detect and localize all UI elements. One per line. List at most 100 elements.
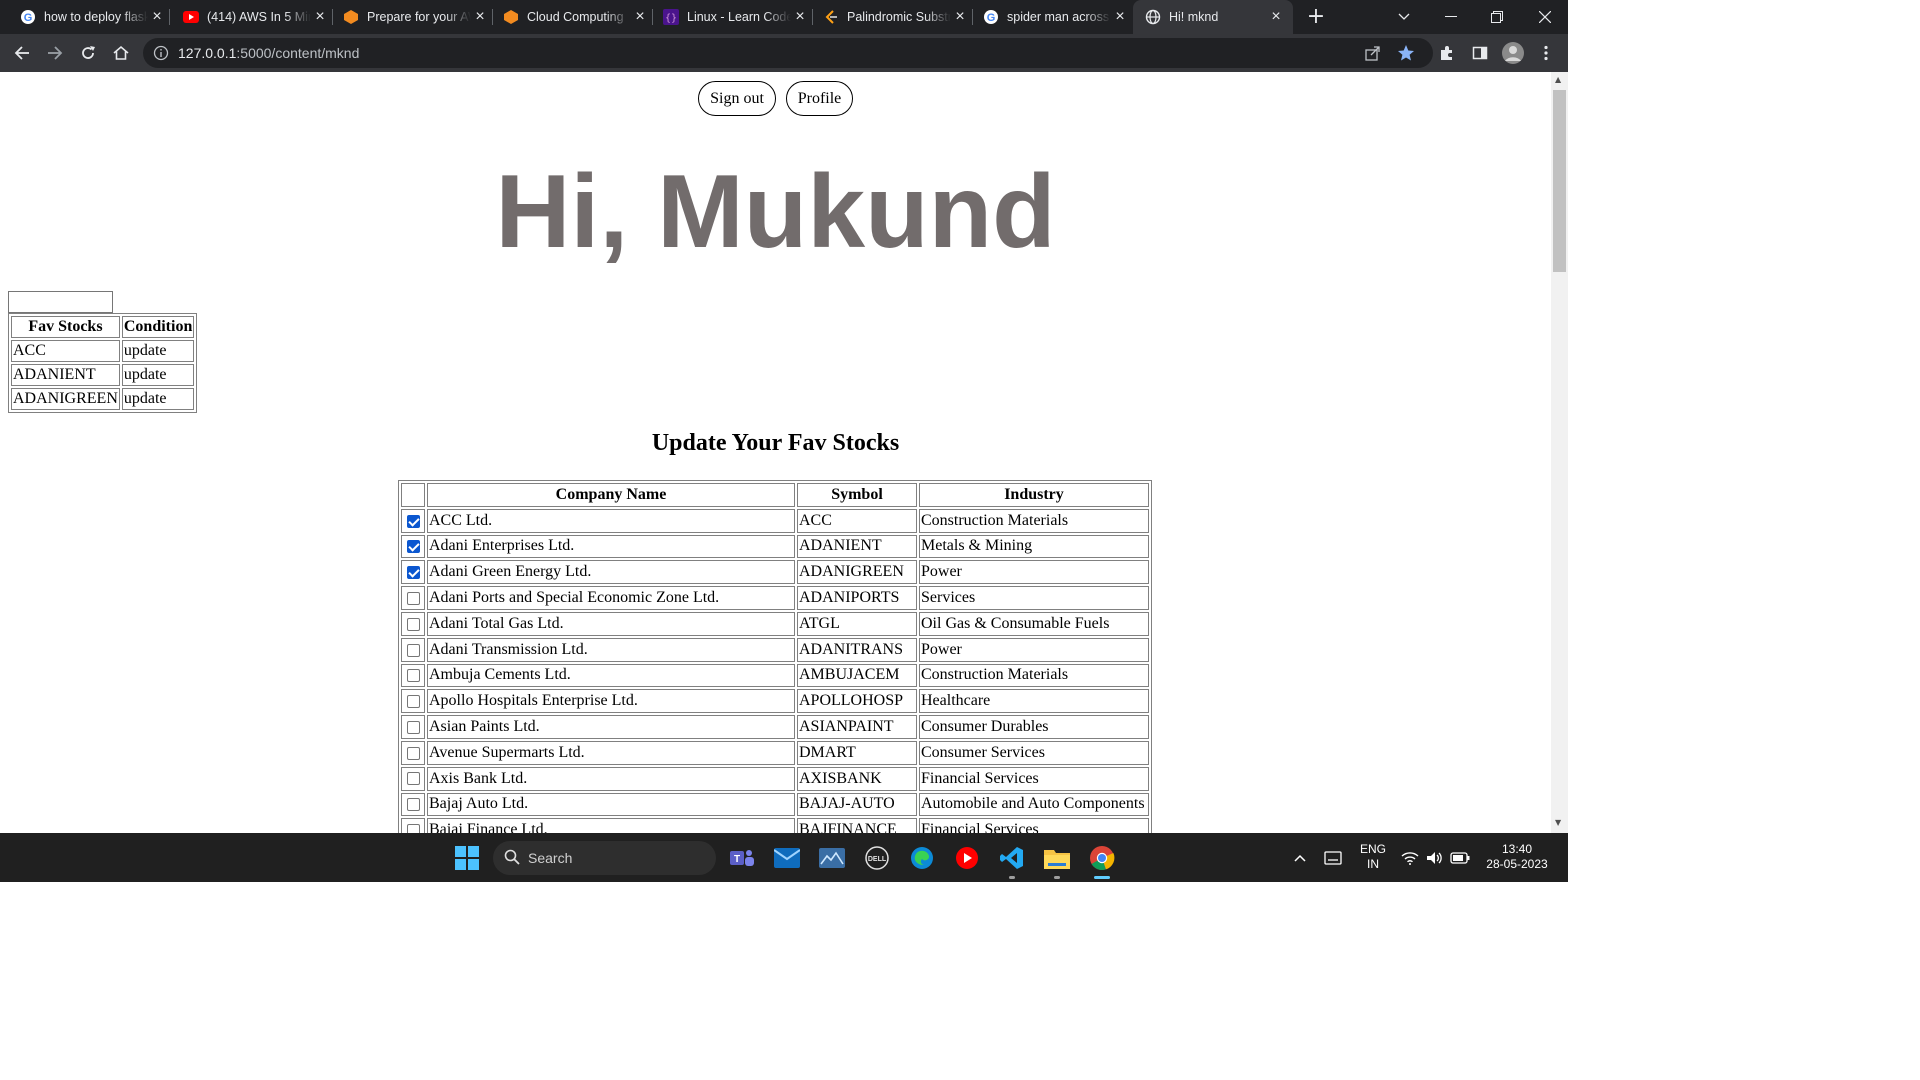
url-text[interactable]: 127.0.0.1:5000/content/mknd <box>178 45 359 61</box>
mail-icon[interactable] <box>771 842 803 874</box>
column-header: Company Name <box>427 483 795 507</box>
photos-icon[interactable] <box>816 842 848 874</box>
stock-select-checkbox[interactable] <box>406 617 420 631</box>
table-header-row: Fav Stocks Condition <box>11 316 195 338</box>
restore-button[interactable] <box>1474 0 1520 34</box>
industry-cell: Power <box>919 637 1149 662</box>
stocks-table: Company Name Symbol Industry ACC Ltd. ACC… <box>398 480 1152 833</box>
company-name-cell: Adani Green Energy Ltd. <box>427 560 795 585</box>
close-tab-icon[interactable]: × <box>1267 8 1285 26</box>
bookmark-star-icon[interactable] <box>1397 44 1415 66</box>
google-icon: G <box>983 9 999 25</box>
table-row: Bajaj Finance Ltd. BAJFINANCE Financial Se… <box>401 818 1149 833</box>
stock-select-checkbox[interactable] <box>406 720 420 734</box>
edge-icon[interactable] <box>906 842 938 874</box>
svg-text:G: G <box>24 12 33 24</box>
forward-button[interactable] <box>41 39 69 67</box>
stock-select-checkbox[interactable] <box>406 798 420 812</box>
extensions-puzzle-icon[interactable] <box>1433 39 1461 67</box>
youtube-music-icon[interactable] <box>951 842 983 874</box>
company-name-cell: Asian Paints Ltd. <box>427 715 795 739</box>
google-icon: G <box>20 9 36 25</box>
chrome-icon[interactable] <box>1086 842 1118 874</box>
touch-keyboard-icon[interactable] <box>1317 842 1349 874</box>
home-button[interactable] <box>107 39 135 67</box>
stock-select-checkbox[interactable] <box>406 695 420 709</box>
tab-spider-man-across[interactable]: G spider man across × <box>963 0 1133 34</box>
select-cell <box>401 715 425 739</box>
fav-stock-condition: update <box>121 388 195 410</box>
browser-menu-icon[interactable] <box>1532 39 1560 67</box>
minimize-button[interactable] <box>1428 0 1474 34</box>
stock-select-checkbox[interactable] <box>406 824 420 833</box>
page-scrollbar[interactable]: ▲ ▼ <box>1551 72 1568 833</box>
dell-icon[interactable]: DELL <box>861 842 893 874</box>
close-tab-icon[interactable]: × <box>1111 8 1129 26</box>
table-row: Bajaj Auto Ltd. BAJAJ-AUTO Automobile and … <box>401 792 1149 817</box>
tab-cloud-computing[interactable]: Cloud Computing × <box>483 0 653 34</box>
select-cell <box>401 508 425 533</box>
profile-button[interactable]: Profile <box>786 81 853 116</box>
page-content: Sign out Profile Hi, Mukund Fav Stocks C… <box>0 72 1551 833</box>
symbol-cell: ADANIGREEN <box>797 560 917 585</box>
tab-how-to-deploy-flask[interactable]: G how to deploy flask × <box>0 0 170 34</box>
address-bar[interactable]: 127.0.0.1:5000/content/mknd <box>143 38 1433 68</box>
company-name-cell: ACC Ltd. <box>427 508 795 533</box>
battery-icon[interactable] <box>1444 842 1476 874</box>
vscode-icon[interactable] <box>996 842 1028 874</box>
tab-title: Linux - Learn Code <box>687 10 791 24</box>
tab-aws-in-5-minutes[interactable]: (414) AWS In 5 Minutes × <box>163 0 333 34</box>
table-row: Adani Ports and Special Economic Zone Lt… <box>401 586 1149 610</box>
industry-cell: Services <box>919 586 1149 610</box>
taskbar-search-box[interactable]: Search <box>493 841 716 875</box>
teams-icon[interactable]: T <box>726 842 758 874</box>
profile-avatar-icon[interactable] <box>1499 39 1527 67</box>
side-panel-icon[interactable] <box>1466 39 1494 67</box>
industry-cell: Metals & Mining <box>919 534 1149 559</box>
language-indicator[interactable]: ENG IN <box>1356 842 1390 872</box>
stock-select-checkbox[interactable] <box>406 746 420 760</box>
clock[interactable]: 13:40 28-05-2023 <box>1478 842 1556 872</box>
stock-select-checkbox[interactable] <box>406 643 420 657</box>
tab-palindromic-substrings[interactable]: Palindromic Substrings × <box>803 0 973 34</box>
scroll-down-arrow-icon[interactable]: ▼ <box>1555 818 1561 827</box>
table-row: Adani Enterprises Ltd. ADANIENT Metals & M… <box>401 534 1149 559</box>
scroll-up-arrow-icon[interactable]: ▲ <box>1555 75 1561 84</box>
sign-out-button[interactable]: Sign out <box>698 81 776 116</box>
new-tab-button[interactable]: + <box>1304 4 1328 30</box>
file-explorer-icon[interactable] <box>1041 842 1073 874</box>
select-cell <box>401 663 425 688</box>
symbol-cell: ADANIPORTS <box>797 586 917 610</box>
stock-select-checkbox[interactable] <box>406 772 420 786</box>
clock-time: 13:40 <box>1501 842 1533 856</box>
tab-search-chevron-icon[interactable] <box>1381 0 1427 34</box>
tab-linux-learn-code[interactable]: {} Linux - Learn Code × <box>643 0 813 34</box>
tab-prepare-for-aws[interactable]: Prepare for your AWS × <box>323 0 493 34</box>
stock-select-checkbox[interactable] <box>406 669 420 683</box>
reload-button[interactable] <box>74 39 102 67</box>
stock-select-checkbox[interactable] <box>406 566 420 580</box>
language-code: ENG <box>1359 842 1386 856</box>
tab-title: Palindromic Substrings <box>847 10 951 24</box>
tab-title: Prepare for your AWS <box>367 10 471 24</box>
stock-search-input[interactable] <box>8 291 113 313</box>
industry-cell: Financial Services <box>919 818 1149 833</box>
scrollbar-thumb[interactable] <box>1553 90 1566 272</box>
site-info-icon[interactable] <box>153 45 169 61</box>
symbol-cell: ADANIENT <box>797 534 917 559</box>
back-button[interactable] <box>8 39 36 67</box>
symbol-cell: ACC <box>797 508 917 533</box>
table-row: Adani Total Gas Ltd. ATGL Oil Gas & Consum… <box>401 611 1149 636</box>
tab-hi-mknd[interactable]: Hi! mknd × <box>1133 0 1293 34</box>
close-window-button[interactable] <box>1522 0 1568 34</box>
stock-select-checkbox[interactable] <box>406 514 420 528</box>
stock-select-checkbox[interactable] <box>406 540 420 554</box>
stock-select-checkbox[interactable] <box>406 591 420 605</box>
share-icon[interactable] <box>1364 44 1382 66</box>
windows-start-icon[interactable] <box>451 842 483 874</box>
column-header-select <box>401 483 425 507</box>
symbol-cell: AMBUJACEM <box>797 663 917 688</box>
show-hidden-icons-chevron-icon[interactable] <box>1284 842 1316 874</box>
fav-stock-symbol: ADANIENT <box>11 364 120 386</box>
globe-icon <box>1145 9 1161 25</box>
